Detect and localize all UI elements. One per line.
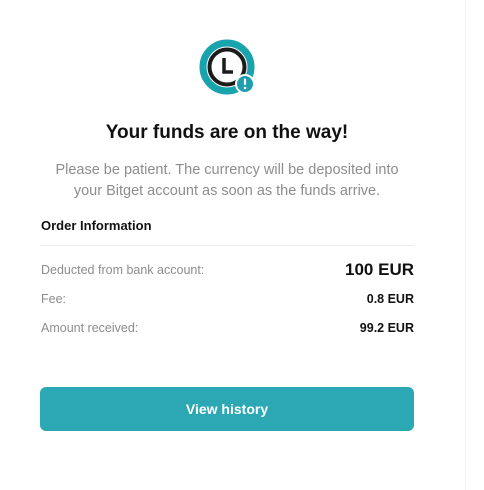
status-title: Your funds are on the way! [105,122,349,143]
fee-value: 0.8 EUR [366,292,414,306]
amount-received-value: 99.2 EUR [359,321,414,335]
order-row-deducted: Deducted from bank account: 100 EUR [41,259,414,281]
deducted-value: 100 EUR [345,260,414,279]
page-edge-divider [465,0,466,490]
fee-label: Fee: [41,292,67,306]
clock-alert-icon [196,36,258,98]
amount-received-label: Amount received: [41,321,139,335]
order-info-heading: Order Information [41,218,152,233]
view-history-button[interactable]: View history [40,387,414,431]
order-row-amount-received: Amount received: 99.2 EUR [41,319,414,337]
section-divider [40,245,414,246]
status-message: Please be patient. The currency will be … [55,162,399,199]
order-row-fee: Fee: 0.8 EUR [41,290,414,308]
deducted-label: Deducted from bank account: [41,263,205,277]
